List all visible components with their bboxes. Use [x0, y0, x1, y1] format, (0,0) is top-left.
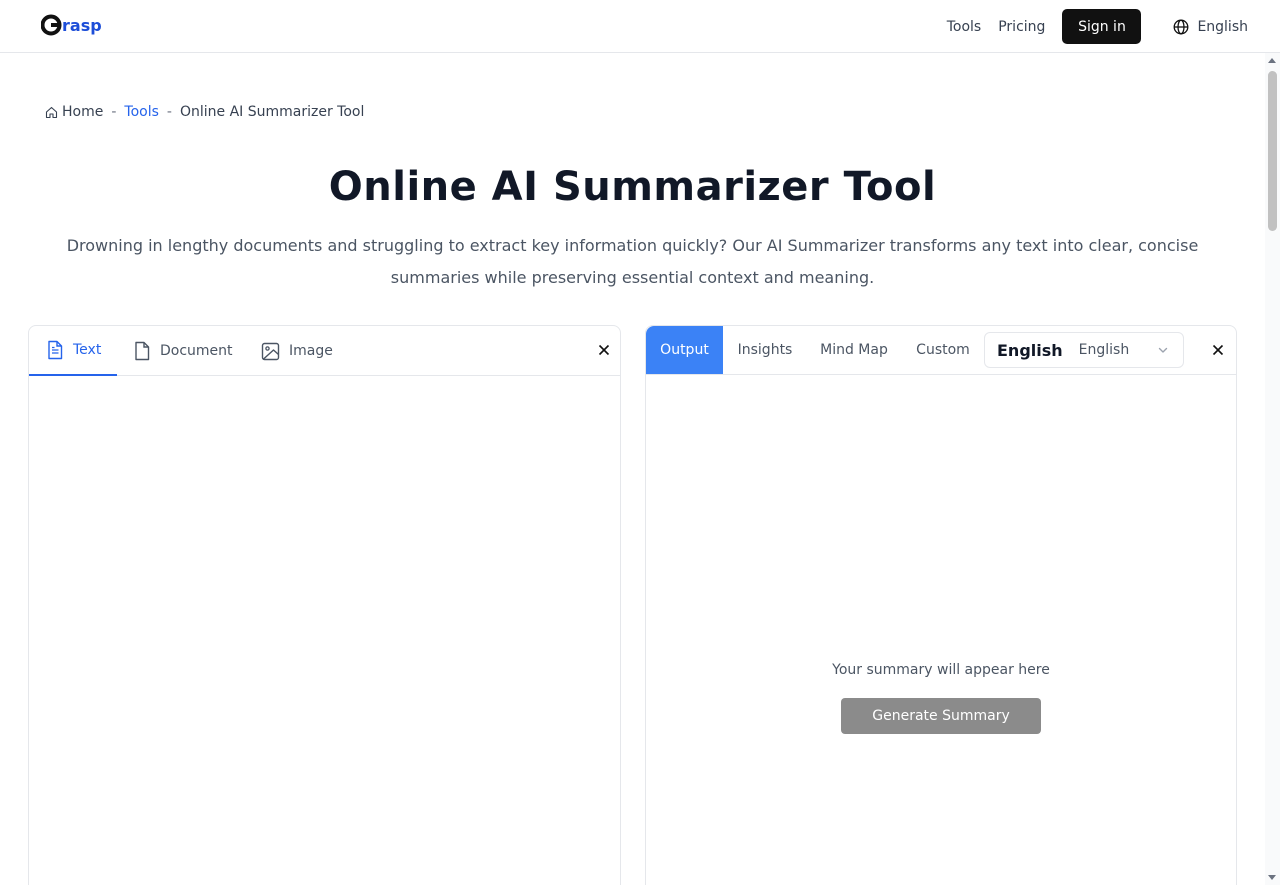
- language-switcher[interactable]: English: [1173, 19, 1248, 35]
- sign-in-button[interactable]: Sign in: [1062, 9, 1142, 44]
- close-icon: [1212, 344, 1224, 356]
- output-panel: Output Insights Mind Map Custom English …: [645, 325, 1237, 885]
- tab-mind-map[interactable]: Mind Map: [812, 326, 896, 374]
- tab-insights[interactable]: Insights: [726, 326, 804, 374]
- breadcrumb: Home - Tools - Online AI Summarizer Tool: [45, 104, 364, 120]
- output-close-button[interactable]: [1211, 343, 1225, 357]
- language-label: English: [1197, 18, 1248, 35]
- scroll-thumb[interactable]: [1268, 71, 1277, 231]
- text-input-area[interactable]: [29, 377, 620, 885]
- breadcrumb-separator: -: [166, 104, 172, 120]
- breadcrumb-current: Online AI Summarizer Tool: [179, 104, 365, 120]
- page-scrollbar[interactable]: [1265, 53, 1280, 885]
- globe-icon: [1173, 19, 1189, 34]
- output-language-select[interactable]: English English: [984, 332, 1184, 368]
- chevron-down-icon: [1158, 347, 1168, 353]
- language-select-value: English: [1078, 342, 1130, 358]
- grasp-logo-mark: rasp: [41, 14, 102, 36]
- page-title: Online AI Summarizer Tool: [328, 164, 937, 210]
- scroll-up-arrow-icon[interactable]: [1268, 58, 1276, 63]
- nav-pricing-link[interactable]: Pricing: [998, 19, 1045, 35]
- input-tabbar: Text Document Image: [29, 326, 620, 376]
- input-panel: Text Document Image: [28, 325, 621, 885]
- tab-document-label: Document: [160, 343, 233, 359]
- input-close-button[interactable]: [597, 343, 611, 357]
- tab-document[interactable]: Document: [133, 326, 233, 376]
- output-tabbar: Output Insights Mind Map Custom English …: [646, 326, 1236, 375]
- grasp-logo[interactable]: rasp: [41, 12, 105, 38]
- breadcrumb-tools[interactable]: Tools: [124, 104, 159, 120]
- breadcrumb-separator: -: [111, 104, 117, 120]
- close-icon: [598, 344, 610, 356]
- home-icon: [45, 106, 58, 118]
- scroll-down-arrow-icon[interactable]: [1268, 875, 1276, 880]
- top-navbar: rasp Tools Pricing Sign in English: [0, 0, 1280, 53]
- tab-image-label: Image: [289, 343, 333, 359]
- tab-text-label: Text: [73, 342, 102, 358]
- tab-custom[interactable]: Custom: [908, 326, 978, 374]
- breadcrumb-home[interactable]: Home: [62, 104, 103, 120]
- svg-text:rasp: rasp: [62, 16, 102, 35]
- generate-summary-button[interactable]: Generate Summary: [841, 698, 1041, 734]
- tab-text[interactable]: Text: [29, 326, 117, 376]
- image-icon: [261, 342, 280, 360]
- summary-placeholder: Your summary will appear here: [832, 662, 1050, 678]
- file-icon: [135, 341, 150, 361]
- language-select-current: English: [997, 340, 1063, 360]
- file-text-icon: [48, 340, 63, 360]
- nav-tools-link[interactable]: Tools: [947, 19, 982, 35]
- tab-output[interactable]: Output: [646, 326, 723, 374]
- tab-image[interactable]: Image: [261, 326, 333, 376]
- page-subtitle: Drowning in lengthy documents and strugg…: [66, 236, 1199, 287]
